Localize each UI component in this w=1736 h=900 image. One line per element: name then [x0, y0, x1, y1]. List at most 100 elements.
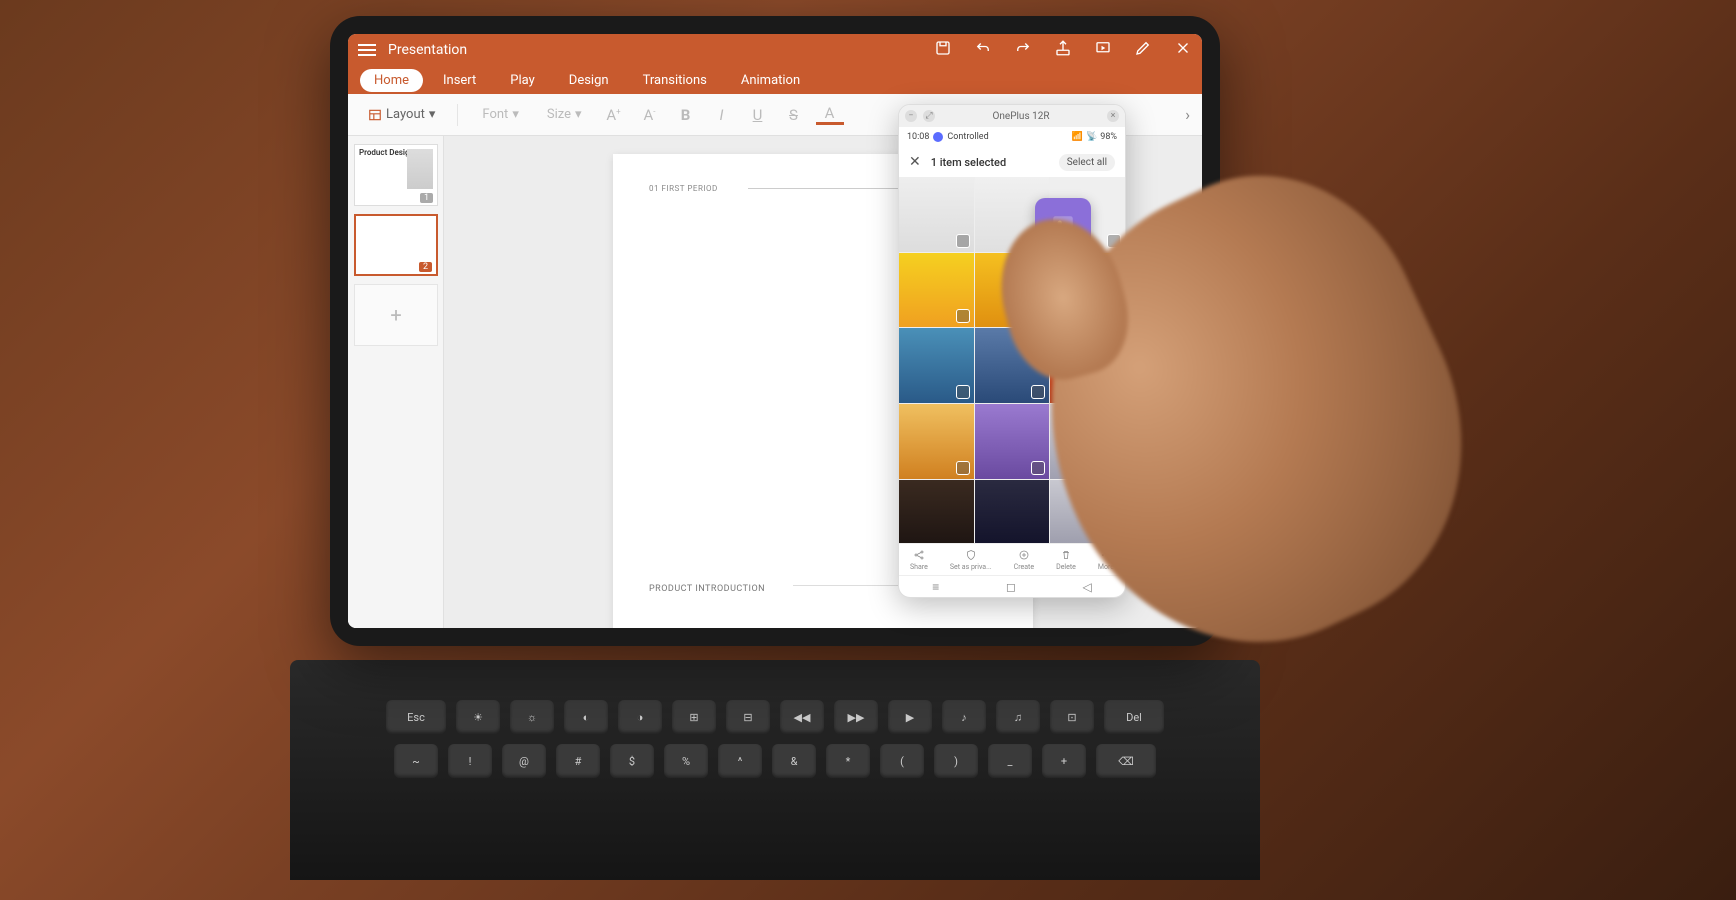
checkbox-icon[interactable] [1107, 309, 1121, 323]
photo-item[interactable] [899, 404, 974, 479]
key[interactable]: ◀◀ [780, 700, 824, 734]
checkbox-icon[interactable] [1031, 309, 1045, 323]
photo-item[interactable] [975, 328, 1050, 403]
undo-icon[interactable] [974, 39, 992, 61]
key[interactable]: ▶▶ [834, 700, 878, 734]
divider [457, 104, 458, 126]
select-all-button[interactable]: Select all [1059, 154, 1115, 171]
key[interactable]: ◑ [618, 700, 662, 734]
key[interactable]: ♪ [942, 700, 986, 734]
font-label: Font [482, 107, 508, 122]
tab-transitions[interactable]: Transitions [629, 69, 721, 92]
checkbox-icon[interactable] [1031, 461, 1045, 475]
checkbox-icon[interactable] [956, 461, 970, 475]
close-icon[interactable] [1174, 39, 1192, 61]
ribbon-tabs: Home Insert Play Design Transitions Anim… [348, 66, 1202, 94]
font-selector[interactable]: Font ▾ [472, 103, 528, 126]
menu-icon[interactable] [358, 44, 376, 56]
layout-button[interactable]: Layout ▾ [360, 103, 443, 126]
checkbox-icon[interactable] [956, 309, 970, 323]
checkbox-icon[interactable] [956, 234, 970, 248]
set-private-button[interactable]: Set as priva... [950, 549, 992, 571]
photo-item[interactable] [975, 404, 1050, 479]
key[interactable]: ~ [394, 744, 438, 778]
key[interactable]: ^ [718, 744, 762, 778]
nav-home-icon[interactable]: ◻ [1006, 580, 1016, 594]
key[interactable]: % [664, 744, 708, 778]
add-slide-button[interactable]: + [354, 284, 438, 346]
delete-button[interactable]: Delete [1056, 549, 1076, 571]
toolbar-more-icon[interactable]: › [1185, 105, 1190, 124]
key[interactable]: Esc [386, 700, 446, 734]
slide-thumb-1[interactable]: Product Design 1 [354, 144, 438, 206]
tab-insert[interactable]: Insert [429, 69, 490, 92]
slide-thumb-2[interactable]: 2 [354, 214, 438, 276]
photo-item[interactable] [975, 480, 1050, 543]
checkbox-icon[interactable] [1107, 234, 1121, 248]
key[interactable]: @ [502, 744, 546, 778]
decrease-font-button[interactable]: A- [636, 106, 664, 124]
bold-button[interactable]: B [672, 106, 700, 124]
italic-button[interactable]: I [708, 106, 736, 124]
checkbox-icon[interactable] [1107, 385, 1121, 399]
present-icon[interactable] [1094, 39, 1112, 61]
photo-item[interactable] [1050, 404, 1125, 479]
key[interactable]: ⊟ [726, 700, 770, 734]
key[interactable]: & [772, 744, 816, 778]
key[interactable]: ⊡ [1050, 700, 1094, 734]
checkbox-icon[interactable] [956, 385, 970, 399]
key[interactable]: ⊞ [672, 700, 716, 734]
photo-grid [899, 177, 1125, 543]
tab-animation[interactable]: Animation [727, 69, 814, 92]
key[interactable]: ◐ [564, 700, 608, 734]
photo-item[interactable] [975, 253, 1050, 328]
photo-item[interactable] [899, 177, 974, 252]
key[interactable]: $ [610, 744, 654, 778]
export-icon[interactable] [1054, 39, 1072, 61]
share-button[interactable]: Share [910, 549, 928, 571]
edit-icon[interactable] [1134, 39, 1152, 61]
tab-play[interactable]: Play [496, 69, 549, 92]
nav-menu-icon[interactable]: ≡ [932, 580, 939, 594]
save-icon[interactable] [934, 39, 952, 61]
strikethrough-button[interactable]: S [780, 106, 808, 124]
tab-home[interactable]: Home [360, 69, 423, 92]
increase-font-button[interactable]: A+ [600, 106, 628, 124]
more-button[interactable]: More [1098, 549, 1114, 571]
checkbox-icon[interactable] [1107, 461, 1121, 475]
underline-button[interactable]: U [744, 106, 772, 124]
photo-item[interactable] [1050, 253, 1125, 328]
photo-item[interactable] [899, 253, 974, 328]
key[interactable]: _ [988, 744, 1032, 778]
redo-icon[interactable] [1014, 39, 1032, 61]
key[interactable]: ☀ [456, 700, 500, 734]
key[interactable]: ▶ [888, 700, 932, 734]
nav-back-icon[interactable]: ◁ [1082, 580, 1091, 594]
key[interactable]: ! [448, 744, 492, 778]
slide-thumbnail-panel: Product Design 1 2 + [348, 136, 444, 628]
photo-item[interactable] [1050, 480, 1125, 543]
checkbox-icon[interactable] [1031, 385, 1045, 399]
cancel-selection-icon[interactable]: ✕ [909, 154, 921, 170]
expand-icon[interactable]: ⤢ [923, 110, 935, 122]
tab-design[interactable]: Design [555, 69, 623, 92]
phone-mirror-popup[interactable]: − ⤢ OnePlus 12R × 10:08 Controlled 📶 📡 9… [898, 104, 1126, 598]
signal-icon: 📶 [1072, 132, 1083, 142]
close-icon[interactable]: × [1107, 110, 1119, 122]
key[interactable]: ☼ [510, 700, 554, 734]
size-selector[interactable]: Size ▾ [537, 103, 592, 126]
create-button[interactable]: Create [1014, 549, 1034, 571]
minimize-icon[interactable]: − [905, 110, 917, 122]
font-color-button[interactable]: A [816, 104, 844, 125]
key[interactable]: Del [1104, 700, 1164, 734]
key[interactable]: ) [934, 744, 978, 778]
key[interactable]: + [1042, 744, 1086, 778]
key[interactable]: ⌫ [1096, 744, 1156, 778]
key[interactable]: # [556, 744, 600, 778]
photo-item[interactable] [899, 328, 974, 403]
key[interactable]: ♫ [996, 700, 1040, 734]
photo-item[interactable] [1050, 328, 1125, 403]
key[interactable]: ( [880, 744, 924, 778]
photo-item[interactable] [899, 480, 974, 543]
key[interactable]: * [826, 744, 870, 778]
